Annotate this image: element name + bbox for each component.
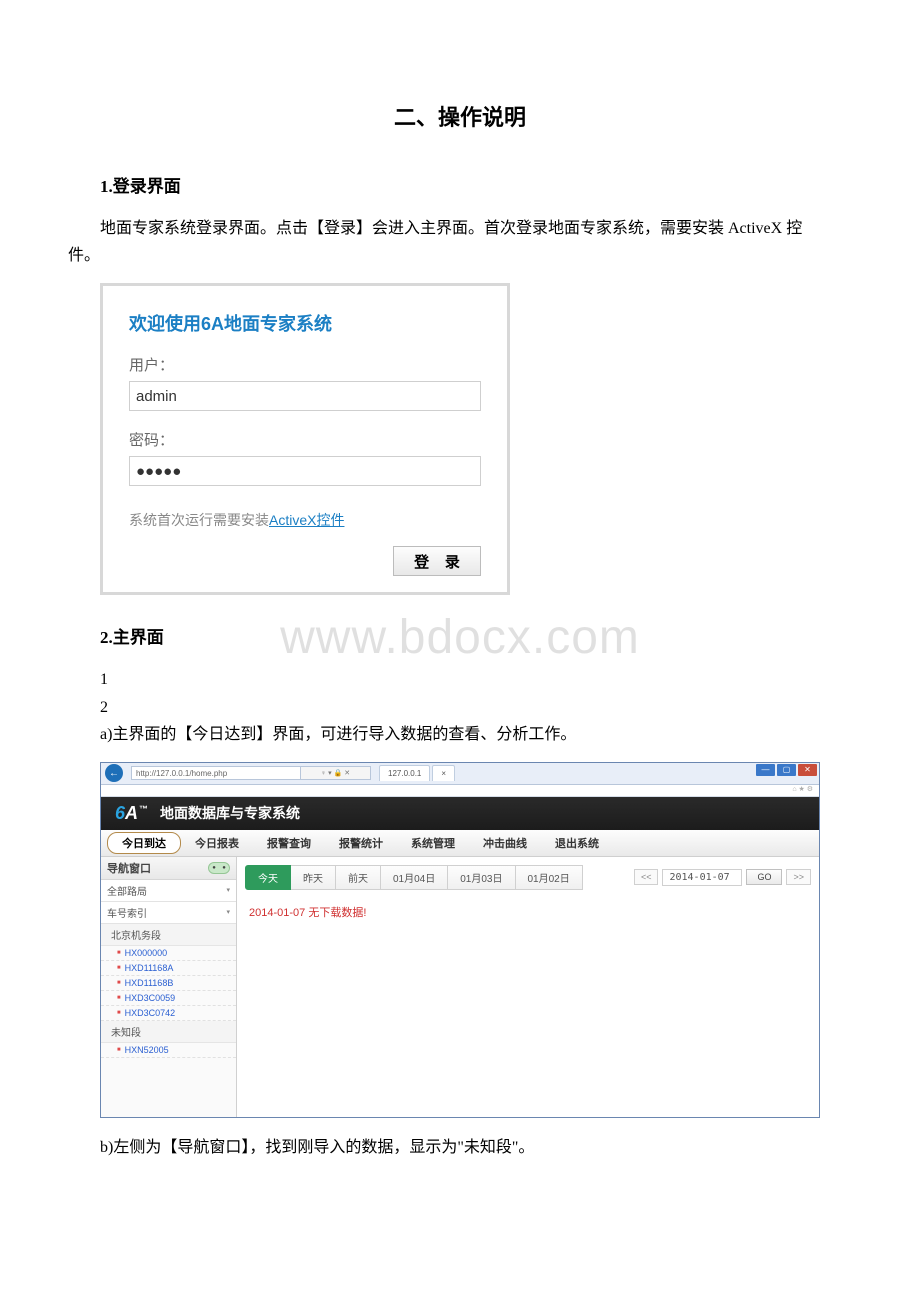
nav-alarm-stat[interactable]: 报警统计 <box>325 830 397 856</box>
section-2-heading: 2.主界面 <box>100 623 820 648</box>
date-tab[interactable]: 前天 <box>336 865 381 890</box>
date-tab[interactable]: 01月02日 <box>516 865 583 890</box>
app-window: ← http://127.0.0.1/home.php ♀ ▾ 🔒 ✕ 127.… <box>100 762 820 1118</box>
address-bar[interactable]: http://127.0.0.1/home.php <box>131 766 301 780</box>
next-button[interactable]: >> <box>786 869 811 885</box>
app-header: 6A™ 地面数据库与专家系统 <box>101 797 819 830</box>
sidebar-toggle-icon[interactable]: ●● <box>208 862 230 874</box>
activex-hint: 系统首次运行需要安装ActiveX控件 <box>129 510 481 530</box>
list-num-2: 2 <box>100 694 820 721</box>
back-icon[interactable]: ← <box>105 764 123 782</box>
sidebar-header: 导航窗口 ●● <box>101 857 236 880</box>
browser-tools: ⌂ ★ ⚙ <box>101 785 819 797</box>
nav-report[interactable]: 今日报表 <box>181 830 253 856</box>
address-bar-controls[interactable]: ♀ ▾ 🔒 ✕ <box>301 766 371 780</box>
sidebar-bureau[interactable]: 全部路局 ▾ <box>101 880 236 902</box>
sidebar-index[interactable]: 车号索引 ▾ <box>101 902 236 924</box>
sidebar-item-train[interactable]: HXD11168B <box>101 976 236 991</box>
paragraph-a: a)主界面的【今日达到】界面，可进行导入数据的查看、分析工作。 <box>100 721 820 748</box>
activex-link[interactable]: ActiveX控件 <box>269 512 344 528</box>
window-minimize-icon[interactable]: — <box>756 764 775 776</box>
app-logo: 6A™ <box>115 803 148 824</box>
hint-prefix: 系统首次运行需要安装 <box>129 512 269 528</box>
section-1-paragraph: 地面专家系统登录界面。点击【登录】会进入主界面。首次登录地面专家系统，需要安装 … <box>68 215 820 269</box>
nav-alarm-query[interactable]: 报警查询 <box>253 830 325 856</box>
nav-curve[interactable]: 冲击曲线 <box>469 830 541 856</box>
document-title: 二、操作说明 <box>100 100 820 132</box>
prev-button[interactable]: << <box>634 869 659 885</box>
password-label: 密码： <box>129 429 481 450</box>
sidebar-index-label: 车号索引 <box>107 905 147 920</box>
browser-tab-blank[interactable]: × <box>432 765 455 781</box>
username-label: 用户： <box>129 354 481 375</box>
login-button[interactable]: 登 录 <box>393 546 481 576</box>
main-nav: 今日到达 今日报表 报警查询 报警统计 系统管理 冲击曲线 退出系统 <box>101 830 819 857</box>
list-num-1: 1 <box>100 666 820 693</box>
no-data-message: 2014-01-07 无下载数据! <box>245 900 811 924</box>
window-close-icon[interactable]: ✕ <box>798 764 817 776</box>
date-input[interactable] <box>662 869 742 886</box>
nav-exit[interactable]: 退出系统 <box>541 830 613 856</box>
sidebar-item-train[interactable]: HXD3C0059 <box>101 991 236 1006</box>
login-welcome: 欢迎使用6A地面专家系统 <box>129 310 481 336</box>
nav-system[interactable]: 系统管理 <box>397 830 469 856</box>
content-area: 今天 昨天 前天 01月04日 01月03日 01月02日 << GO >> 2… <box>237 857 819 1117</box>
date-tab[interactable]: 01月04日 <box>381 865 448 890</box>
date-tab[interactable]: 昨天 <box>291 865 336 890</box>
window-maximize-icon[interactable]: ▢ <box>777 764 796 776</box>
date-tabs: 今天 昨天 前天 01月04日 01月03日 01月02日 << GO >> <box>245 865 811 890</box>
chevron-down-icon: ▾ <box>226 886 230 894</box>
browser-titlebar: ← http://127.0.0.1/home.php ♀ ▾ 🔒 ✕ 127.… <box>101 763 819 785</box>
sidebar-title: 导航窗口 <box>107 860 151 876</box>
app-title: 地面数据库与专家系统 <box>160 803 300 823</box>
sidebar-group-unknown[interactable]: 未知段 <box>101 1021 236 1043</box>
nav-today[interactable]: 今日到达 <box>107 832 181 854</box>
sidebar-item-train[interactable]: HX000000 <box>101 946 236 961</box>
chevron-down-icon: ▾ <box>226 908 230 916</box>
sidebar: 导航窗口 ●● 全部路局 ▾ 车号索引 ▾ 北京机务段 HX000000 HXD… <box>101 857 237 1117</box>
go-button[interactable]: GO <box>746 869 782 885</box>
sidebar-bureau-label: 全部路局 <box>107 883 147 898</box>
password-input[interactable] <box>129 456 481 486</box>
browser-tab[interactable]: 127.0.0.1 <box>379 765 430 781</box>
sidebar-item-train[interactable]: HXN52005 <box>101 1043 236 1058</box>
date-tab[interactable]: 01月03日 <box>448 865 515 890</box>
sidebar-item-train[interactable]: HXD3C0742 <box>101 1006 236 1021</box>
section-1-heading: 1.登录界面 <box>100 172 820 197</box>
sidebar-item-train[interactable]: HXD11168A <box>101 961 236 976</box>
date-tab-today[interactable]: 今天 <box>245 865 291 890</box>
sidebar-group-beijing[interactable]: 北京机务段 <box>101 924 236 946</box>
login-panel: 欢迎使用6A地面专家系统 用户： 密码： 系统首次运行需要安装ActiveX控件… <box>100 283 510 595</box>
username-input[interactable] <box>129 381 481 411</box>
paragraph-b: b)左侧为【导航窗口】，找到刚导入的数据，显示为"未知段"。 <box>100 1134 820 1161</box>
